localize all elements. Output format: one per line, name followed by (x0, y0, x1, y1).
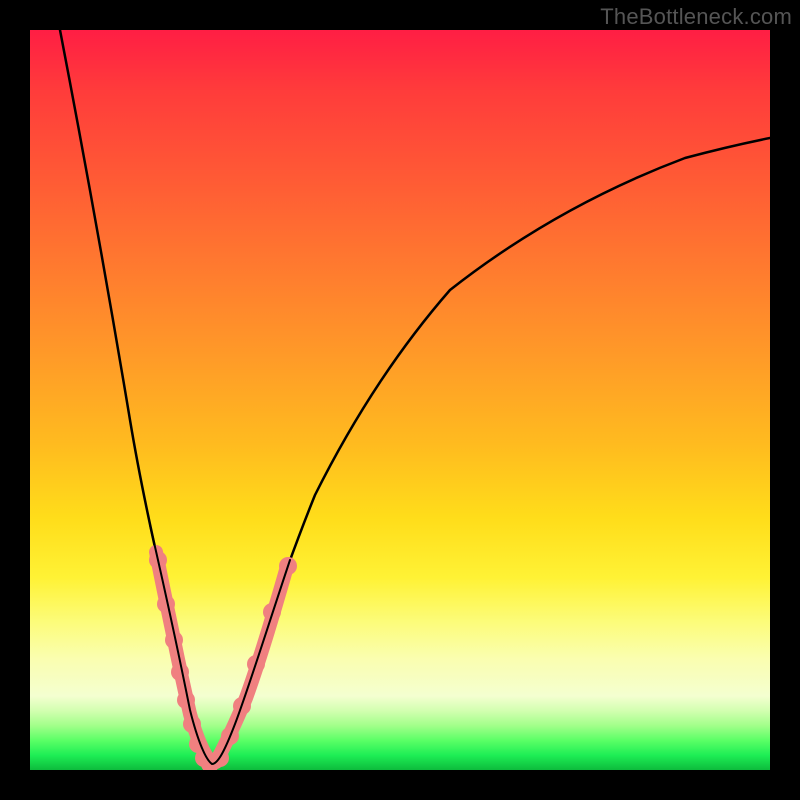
chart-svg (30, 30, 770, 770)
black-curve (60, 30, 770, 765)
pink-band-left (156, 552, 212, 764)
plot-area (30, 30, 770, 770)
watermark-text: TheBottleneck.com (600, 4, 792, 30)
figure-frame: TheBottleneck.com (0, 0, 800, 800)
